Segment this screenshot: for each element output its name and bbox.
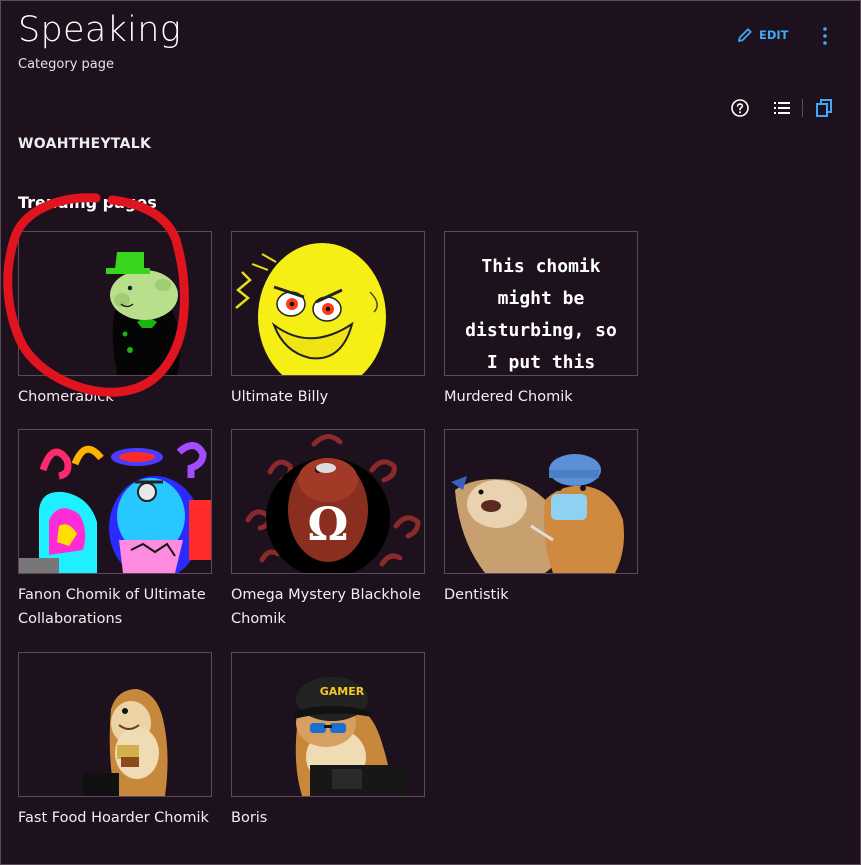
help-icon: [731, 99, 749, 117]
dentistik-image: [444, 429, 638, 574]
page-subtitle: Category page: [18, 57, 114, 72]
svg-text:Ω: Ω: [308, 497, 349, 551]
edit-label: EDIT: [759, 28, 789, 42]
interlanguage-button[interactable]: [812, 96, 836, 120]
trending-card-dentistik[interactable]: Dentistik: [444, 429, 638, 607]
card-label: Omega Mystery Blackhole Chomik: [231, 587, 421, 627]
more-options-button[interactable]: [815, 26, 835, 46]
trending-card-murdered-chomik[interactable]: This chomik might be disturbing, so I pu…: [444, 231, 638, 409]
fanon-chomik-image: [18, 429, 212, 574]
page-title: Speaking: [18, 10, 181, 50]
card-label: Ultimate Billy: [231, 389, 329, 405]
card-label: Dentistik: [444, 587, 509, 603]
table-of-contents-button[interactable]: [770, 96, 794, 120]
trending-card-fanon-chomik[interactable]: Fanon Chomik of Ultimate Collaborations: [18, 429, 212, 631]
help-button[interactable]: [728, 96, 752, 120]
murdered-chomik-image: This chomik might be disturbing, so I pu…: [444, 231, 638, 376]
trending-card-omega-chomik[interactable]: Ω Omega Mystery Blackhole Chomik: [231, 429, 425, 631]
card-label: Murdered Chomik: [444, 389, 573, 405]
toolbar-divider: [802, 99, 803, 117]
fast-food-chomik-image: [18, 652, 212, 797]
boris-image: GAMER: [231, 652, 425, 797]
trending-card-chomerabick[interactable]: Chomerabick: [18, 231, 212, 409]
category-description: WOAHTHEYTALK: [18, 136, 152, 152]
card-label: Fast Food Hoarder Chomik: [18, 810, 209, 826]
card-label: Boris: [231, 810, 268, 826]
card-label: Fanon Chomik of Ultimate Collaborations: [18, 587, 206, 627]
edit-button[interactable]: EDIT: [736, 26, 789, 44]
list-icon: [774, 102, 790, 114]
trending-card-ultimate-billy[interactable]: Ultimate Billy: [231, 231, 425, 409]
card-label: Chomerabick: [18, 389, 114, 405]
copy-icon: [816, 99, 832, 117]
more-vertical-icon: [823, 27, 827, 45]
omega-chomik-image: Ω: [231, 429, 425, 574]
trending-card-boris[interactable]: GAMER Boris: [231, 652, 425, 830]
pencil-icon: [738, 28, 752, 42]
thumbnail-caption: GAMER: [320, 685, 365, 698]
trending-card-fast-food-chomik[interactable]: Fast Food Hoarder Chomik: [18, 652, 212, 830]
ultimate-billy-image: [231, 231, 425, 376]
thumbnail-caption: This chomik might be disturbing, so I pu…: [465, 256, 617, 373]
page-tools: [728, 96, 836, 120]
trending-section-title: Trending pages: [18, 193, 157, 212]
chomerabick-image: [18, 231, 212, 376]
